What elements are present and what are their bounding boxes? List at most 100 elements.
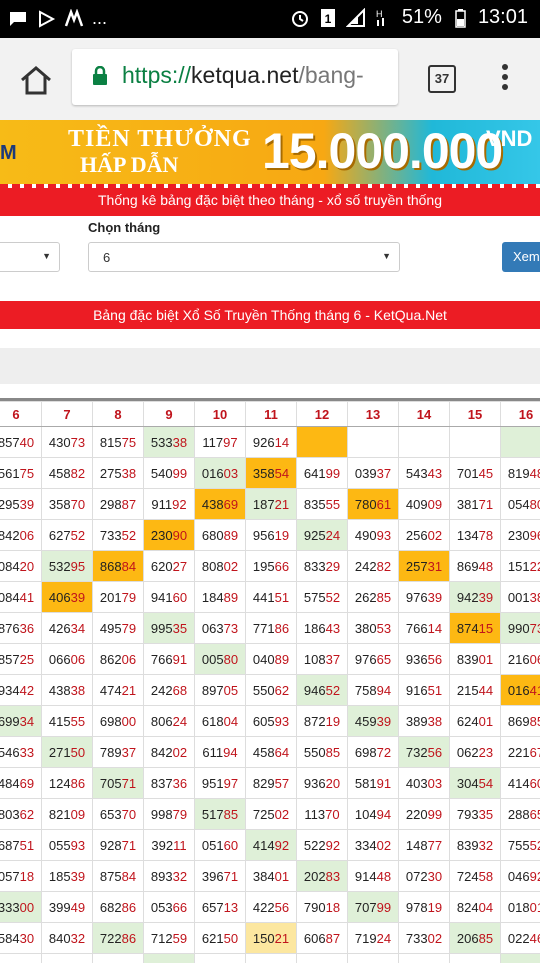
table-cell: 11370 (297, 799, 348, 830)
table-cell: 24282 (348, 551, 399, 582)
table-cell: 96880 (144, 954, 195, 963)
table-cell: 45882 (42, 458, 93, 489)
table-cell: 80362 (0, 799, 42, 830)
table-cell: 75894 (348, 675, 399, 706)
data-signal-icon: H (374, 8, 394, 28)
column-header: 13 (348, 402, 399, 427)
table-cell: 92871 (93, 830, 144, 861)
month-select[interactable]: 6 ▼ (88, 242, 400, 272)
table-cell: 30454 (450, 768, 501, 799)
table-cell: 54099 (144, 458, 195, 489)
results-table: 678910111213141516 857404307381575533381… (0, 401, 540, 963)
table-cell: 58430 (0, 923, 42, 954)
banner-amount: 15.000.000 (262, 122, 502, 180)
table-cell: 60687 (297, 923, 348, 954)
table-cell: 87219 (297, 706, 348, 737)
svg-text:1: 1 (325, 12, 332, 26)
table-cell: 39949 (42, 892, 93, 923)
table-row: 8036282109653709987951785725021137010494… (0, 799, 540, 830)
table-cell: 20685 (450, 923, 501, 954)
table-cell: 27150 (42, 737, 93, 768)
table-cell: 84032 (42, 923, 93, 954)
table-cell: 55085 (297, 737, 348, 768)
table-cell: 83901 (450, 644, 501, 675)
table-row: 8420662752733522309068089956199252449093… (0, 520, 540, 551)
table-row: 6993441555698008062461804605938721945939… (0, 706, 540, 737)
status-bar: ... 1 H 51% 13:01 (0, 0, 540, 38)
url-host: ketqua.net (191, 62, 298, 88)
year-select[interactable]: ▼ (0, 242, 60, 272)
address-bar[interactable]: https://ketqua.net/bang- (72, 49, 398, 105)
table-cell: 05480 (501, 489, 540, 520)
table-cell: 81948 (501, 458, 540, 489)
table-cell: 58191 (348, 768, 399, 799)
table-cell: 25602 (399, 520, 450, 551)
table-cell: 43838 (42, 675, 93, 706)
table-cell: 91651 (399, 675, 450, 706)
table-cell: 18539 (42, 861, 93, 892)
table-cell: 87636 (0, 613, 42, 644)
table-cell: 97665 (348, 644, 399, 675)
table-cell: 13478 (450, 520, 501, 551)
table-cell: 48469 (0, 768, 42, 799)
table-cell: 69800 (93, 706, 144, 737)
view-button[interactable]: Xem (502, 242, 540, 272)
table-cell: 55062 (246, 675, 297, 706)
table-cell: 57552 (297, 582, 348, 613)
promo-banner[interactable]: M TIỀN THƯỞNG HẤP DẪN 15.000.000 VND (0, 120, 540, 184)
table-cell: 10494 (348, 799, 399, 830)
table-cell: 27538 (93, 458, 144, 489)
results-table-wrapper[interactable]: 678910111213141516 857404307381575533381… (0, 398, 540, 963)
table-cell: 80624 (144, 706, 195, 737)
table-cell: 65713 (195, 892, 246, 923)
table-cell: 04692 (501, 861, 540, 892)
table-cell: 69934 (0, 706, 42, 737)
table-cell: 08441 (0, 582, 42, 613)
table-cell: 29539 (0, 489, 42, 520)
table-cell: 65370 (93, 799, 144, 830)
table-cell: 82404 (450, 892, 501, 923)
table-cell: 33402 (348, 830, 399, 861)
table-cell: 32822 (246, 954, 297, 963)
home-icon[interactable] (18, 62, 54, 98)
table-cell: 76614 (399, 613, 450, 644)
battery-icon (450, 8, 470, 28)
table-cell: 89705 (195, 675, 246, 706)
table-cell: 82109 (42, 799, 93, 830)
table-cell: 24268 (144, 675, 195, 706)
table-cell: 51785 (195, 799, 246, 830)
table-cell: 19566 (246, 551, 297, 582)
table-cell: 38401 (246, 861, 297, 892)
table-cell: 45864 (246, 737, 297, 768)
table-cell: 05160 (195, 830, 246, 861)
table-cell: 85725 (0, 644, 42, 675)
table-cell (501, 427, 540, 458)
table-cell: 76549 (501, 954, 540, 963)
table-cell: 11797 (195, 427, 246, 458)
table-cell: 35854 (246, 458, 297, 489)
column-header: 8 (93, 402, 144, 427)
status-ellipsis: ... (92, 8, 107, 29)
table-cell: 23090 (144, 520, 195, 551)
table-cell: 99879 (144, 799, 195, 830)
table-cell: 03937 (348, 458, 399, 489)
table-cell: 86948 (450, 551, 501, 582)
banner-line2: HẤP DẪN (80, 152, 178, 178)
table-cell: 73352 (93, 520, 144, 551)
table-cell: 60593 (246, 706, 297, 737)
table-cell: 84206 (0, 520, 42, 551)
table-cell: 62150 (195, 923, 246, 954)
table-cell: 84202 (144, 737, 195, 768)
table-cell: 89332 (144, 861, 195, 892)
tab-switcher-button[interactable]: 37 (428, 65, 456, 93)
overflow-menu-icon[interactable] (502, 64, 510, 94)
table-cell: 14877 (399, 830, 450, 861)
table-cell: 33300 (0, 892, 42, 923)
table-cell: 18489 (195, 582, 246, 613)
table-cell: 53338 (144, 427, 195, 458)
table-cell: 15122 (501, 551, 540, 582)
table-cell: 41492 (246, 830, 297, 861)
table-cell: 01641 (501, 675, 540, 706)
table-cell: 08420 (0, 551, 42, 582)
table-cell: 70145 (450, 458, 501, 489)
